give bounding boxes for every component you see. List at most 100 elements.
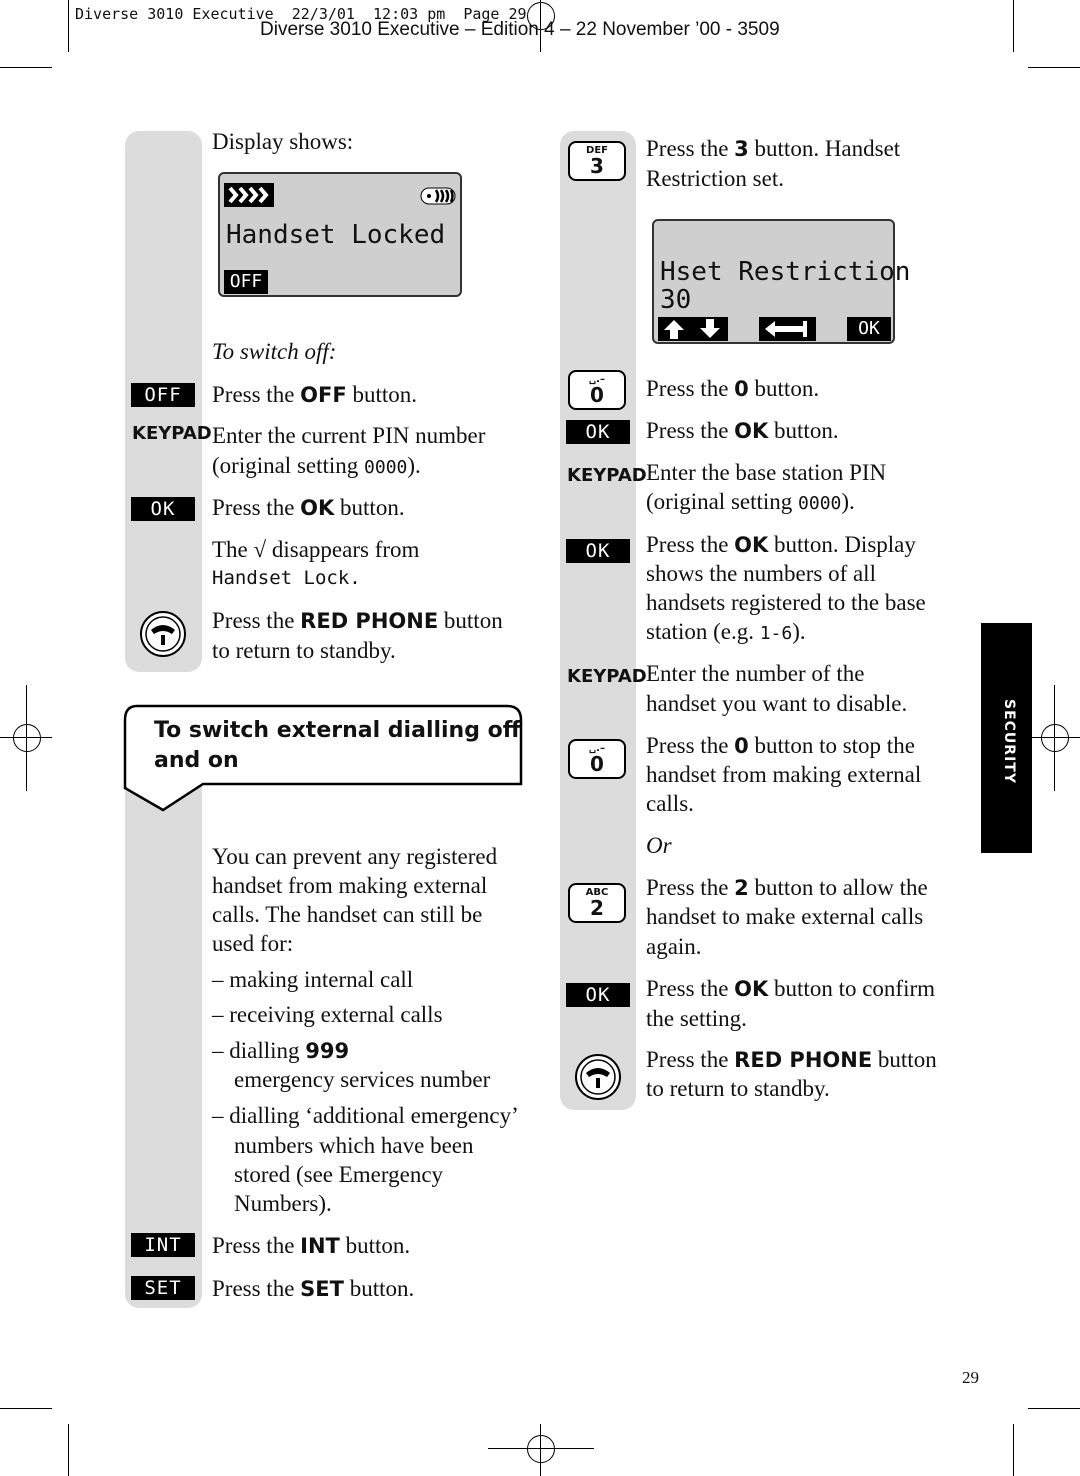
instruction-line: Enter the number of the bbox=[646, 659, 864, 688]
text: calls. bbox=[646, 791, 694, 816]
display-digits: 0000 bbox=[364, 457, 408, 478]
instruction-line: shows the numbers of all bbox=[646, 559, 876, 588]
text: ). bbox=[841, 489, 855, 514]
text: stored (see Emergency bbox=[234, 1162, 444, 1187]
lcd-display-hset-restriction: Hset Restriction 30 OK bbox=[652, 219, 910, 344]
text: Restriction set. bbox=[646, 166, 784, 191]
bold-text: 999 bbox=[305, 1038, 349, 1063]
red-phone-icon bbox=[575, 1054, 621, 1100]
manual-page: Diverse 3010 Executive 22/3/01 12:03 pm … bbox=[0, 0, 1080, 1476]
button-name: INT bbox=[300, 1234, 340, 1258]
button-name: OK bbox=[734, 977, 769, 1001]
text: button. bbox=[339, 1233, 411, 1258]
bold-text: OK bbox=[300, 495, 334, 520]
crop-mark bbox=[68, 0, 69, 52]
instruction-line: to return to standby. bbox=[646, 1074, 830, 1103]
instruction-line: Press the 2 button to allow the bbox=[646, 873, 928, 903]
battery-icon bbox=[420, 187, 456, 205]
text: button. Handset bbox=[748, 136, 901, 161]
instruction-line: used for: bbox=[212, 929, 293, 958]
instruction-line: stored (see Emergency bbox=[234, 1160, 443, 1189]
text: (original setting bbox=[646, 489, 799, 514]
instruction-line: Press the 0 button. bbox=[646, 374, 819, 404]
instruction-line: – dialling ‘additional emergency’ bbox=[212, 1101, 519, 1130]
instruction-line: handset from making external bbox=[646, 760, 921, 789]
red-phone-icon bbox=[140, 611, 186, 657]
text: Press the bbox=[212, 1233, 301, 1258]
instruction-line: calls. The handset can still be bbox=[212, 900, 482, 929]
instruction-line: Display shows: bbox=[212, 127, 353, 156]
button-name: RED PHONE bbox=[300, 609, 439, 633]
text: Enter the base station PIN bbox=[646, 460, 887, 485]
text: Numbers). bbox=[234, 1191, 332, 1216]
instruction-line: numbers which have been bbox=[234, 1131, 474, 1160]
instruction-line: to return to standby. bbox=[212, 636, 396, 665]
crop-mark bbox=[68, 1424, 69, 1476]
crop-mark bbox=[1028, 1408, 1080, 1409]
text: calls. The handset can still be bbox=[212, 902, 483, 927]
softkey-off-icon: OFF bbox=[131, 383, 195, 407]
number-key-2-icon: ABC 2 bbox=[568, 883, 626, 923]
instruction-line: To switch off: bbox=[212, 337, 336, 366]
text: the setting. bbox=[646, 1006, 747, 1031]
text: Press the bbox=[212, 382, 301, 407]
registration-mark bbox=[1041, 724, 1069, 752]
text: Press the bbox=[646, 532, 735, 557]
instruction-line: handsets registered to the base bbox=[646, 588, 926, 617]
bold-text: INT bbox=[300, 1233, 340, 1258]
heading-line: To switch external dialling off bbox=[154, 718, 521, 743]
button-name: 0 bbox=[734, 377, 749, 401]
text: Press the bbox=[646, 976, 735, 1001]
instruction-line: Press the INT button. bbox=[212, 1231, 410, 1261]
instruction-line: Handset Lock. bbox=[212, 564, 361, 593]
display-digits: 1-6 bbox=[759, 623, 793, 644]
text: button to allow the bbox=[748, 875, 928, 900]
bold-text: 0 bbox=[734, 376, 749, 401]
key-digit: 0 bbox=[590, 383, 604, 407]
key-digit: 3 bbox=[590, 154, 604, 178]
button-name: RED PHONE bbox=[734, 1048, 873, 1072]
softkey-set-icon: SET bbox=[131, 1276, 195, 1300]
softkey-ok-icon: OK bbox=[566, 539, 630, 563]
text: Press the bbox=[646, 1047, 735, 1072]
button-name: OK bbox=[734, 533, 769, 557]
instruction-line: calls. bbox=[646, 789, 694, 818]
text: Press the bbox=[212, 608, 301, 633]
text: handset from making external bbox=[212, 873, 488, 898]
button-name: 999 bbox=[305, 1039, 350, 1063]
text: handset from making external bbox=[646, 762, 922, 787]
text: Press the bbox=[646, 875, 735, 900]
bold-text: RED PHONE bbox=[300, 608, 438, 633]
number-key-0-icon: ␣.– 0 bbox=[568, 370, 626, 410]
edition-line: Diverse 3010 Executive – Edition 4 – 22 … bbox=[260, 19, 780, 40]
button-name: SET bbox=[300, 1277, 344, 1301]
bold-text: OK bbox=[734, 418, 768, 443]
instruction-line: Numbers). bbox=[234, 1189, 332, 1218]
signal-arrows-icon bbox=[224, 183, 274, 207]
text: Enter the number of the bbox=[646, 661, 865, 686]
number-key-3-icon: DEF 3 bbox=[568, 141, 626, 181]
keypad-label: KEYPAD bbox=[567, 666, 647, 687]
section-tab-security: SECURITY bbox=[981, 623, 1032, 853]
instruction-line: Or bbox=[646, 831, 672, 860]
section-tab-label: SECURITY bbox=[1001, 699, 1017, 784]
instruction-line: Restriction set. bbox=[646, 164, 784, 193]
text: used for: bbox=[212, 931, 294, 956]
instruction-line: You can prevent any registered bbox=[212, 842, 497, 871]
instruction-line: Press the OK button. bbox=[212, 493, 405, 523]
heading-line: and on bbox=[154, 748, 239, 773]
lcd-text: 30 bbox=[660, 285, 692, 315]
crop-mark bbox=[0, 67, 52, 68]
instruction-line: The √ disappears from bbox=[212, 535, 419, 564]
text: button bbox=[872, 1047, 937, 1072]
crop-mark bbox=[0, 1408, 52, 1409]
instruction-line: Press the 3 button. Handset bbox=[646, 134, 900, 164]
text: – dialling ‘additional emergency’ bbox=[212, 1103, 519, 1128]
instruction-line: Press the SET button. bbox=[212, 1274, 414, 1304]
instruction-line: Enter the current PIN number bbox=[212, 421, 485, 450]
text: to return to standby. bbox=[646, 1076, 830, 1101]
bold-text: OFF bbox=[300, 382, 347, 407]
crop-mark bbox=[1028, 67, 1080, 68]
bold-text: OK bbox=[734, 532, 768, 557]
registration-mark bbox=[13, 724, 41, 752]
